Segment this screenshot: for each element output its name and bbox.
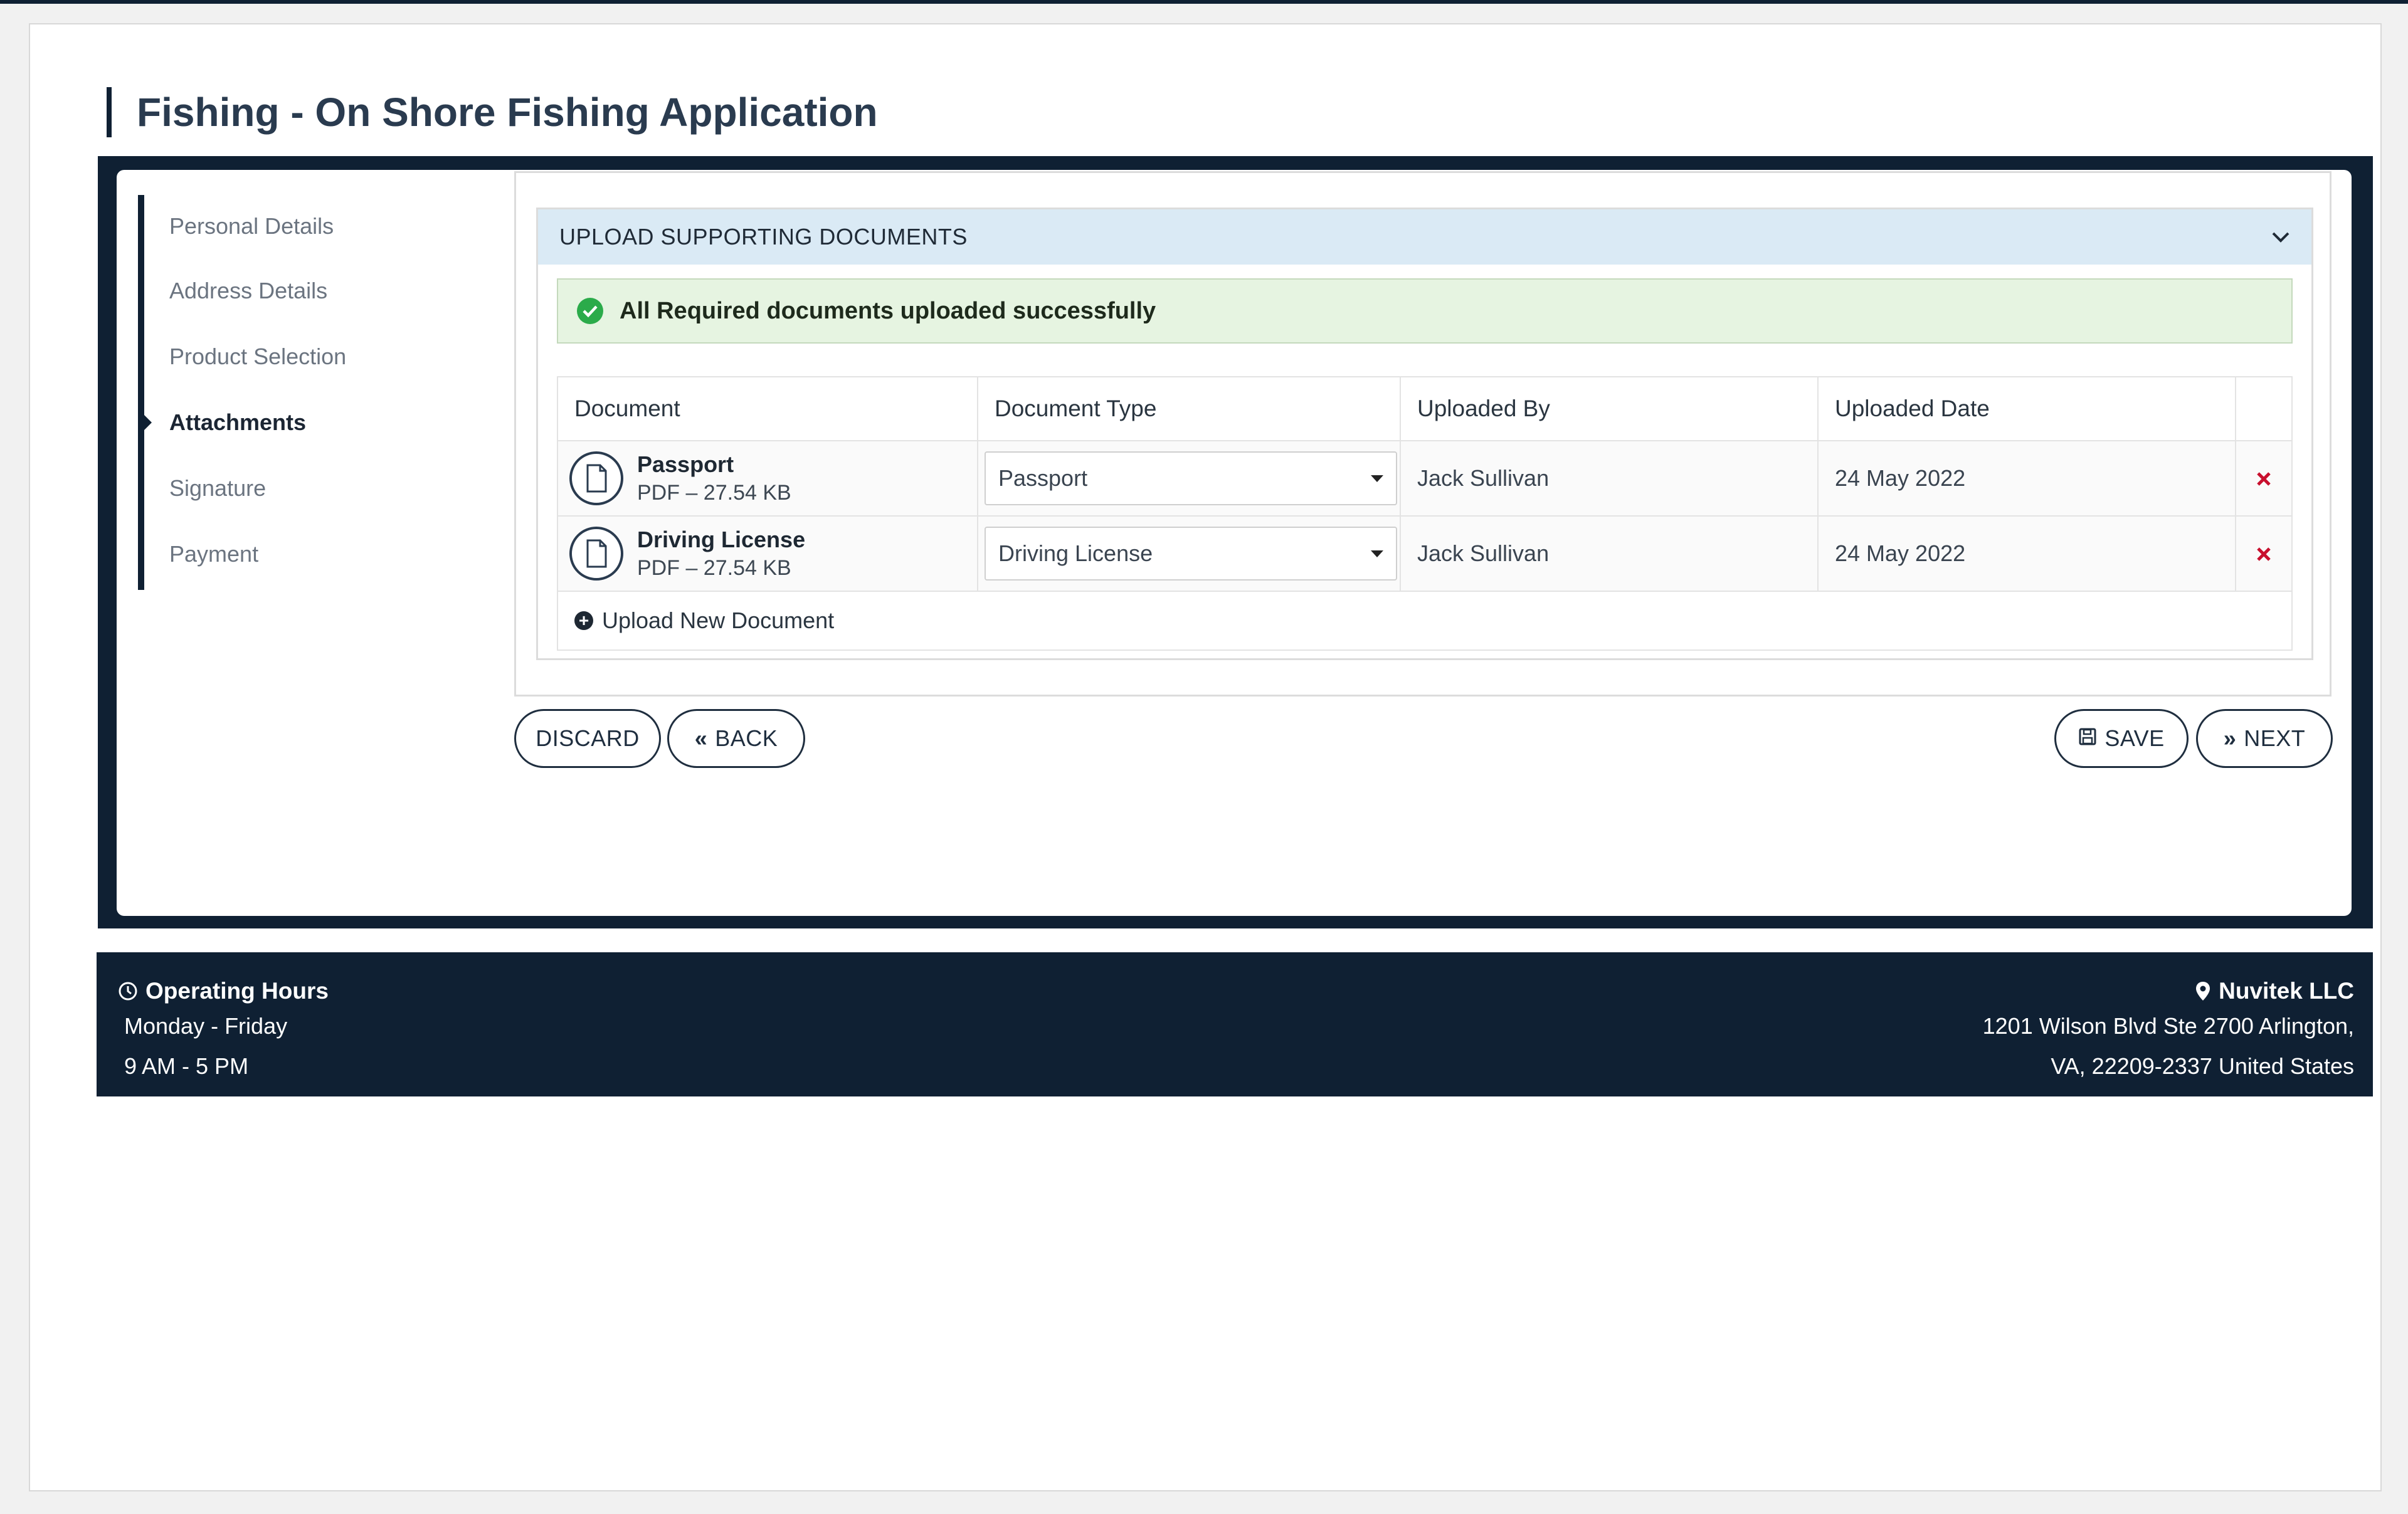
close-icon[interactable] [2256,538,2272,569]
page-title-wrap: Fishing - On Shore Fishing Application [107,87,878,137]
document-name: Passport [637,451,734,477]
save-button[interactable]: SAVE [2054,709,2189,768]
column-header-document-type: Document Type [978,377,1401,440]
floppy-disk-icon [2078,725,2097,752]
uploaded-date-cell: 24 May 2022 [1819,441,2236,515]
title-accent-bar [107,87,112,137]
step-attachments[interactable]: Attachments [138,389,495,455]
step-label: Personal Details [169,213,334,239]
table-row: Passport PDF – 27.54 KB Passport Jack Su… [558,441,2291,517]
caret-down-icon [1371,475,1383,482]
upload-new-document-link[interactable]: + Upload New Document [558,592,2291,649]
close-icon[interactable] [2256,463,2272,494]
plus-circle-icon: + [574,611,593,630]
success-alert-text: All Required documents uploaded successf… [620,297,1156,324]
step-payment[interactable]: Payment [144,521,495,587]
address-line-1: 1201 Wilson Blvd Ste 2700 Arlington, [1982,1013,2354,1039]
next-label: NEXT [2244,725,2306,751]
uploaded-by-cell: Jack Sullivan [1401,441,1819,515]
main-panel: UPLOAD SUPPORTING DOCUMENTS All Required… [514,171,2331,697]
step-label: Product Selection [169,343,347,369]
caret-right-icon [138,408,152,436]
page-frame: Fishing - On Shore Fishing Application P… [29,23,2382,1491]
document-type-select[interactable]: Passport [985,451,1397,505]
file-icon[interactable] [569,451,623,505]
upload-new-document-label: Upload New Document [602,607,835,633]
document-type-select[interactable]: Driving License [985,527,1397,581]
operating-time: 9 AM - 5 PM [124,1053,249,1079]
uploaded-by-cell: Jack Sullivan [1401,517,1819,591]
document-type-value: Driving License [998,540,1153,566]
operating-days: Monday - Friday [124,1013,288,1039]
map-marker-icon [2195,980,2211,1002]
step-label: Signature [169,475,267,501]
step-product-selection[interactable]: Product Selection [144,323,495,389]
document-meta: PDF – 27.54 KB [637,556,791,580]
double-chevron-right-icon: » [2223,725,2237,751]
step-address-details[interactable]: Address Details [144,258,495,323]
delete-cell [2236,517,2291,591]
document-type-cell: Passport [978,441,1401,515]
table-header: Document Document Type Uploaded By Uploa… [558,377,2291,441]
caret-down-icon [1371,550,1383,557]
chevron-down-icon[interactable] [2271,228,2290,246]
document-name: Driving License [637,527,806,552]
document-type-cell: Driving License [978,517,1401,591]
column-header-uploaded-date: Uploaded Date [1819,377,2236,440]
step-label: Payment [169,540,259,567]
document-cell: Driving License PDF – 27.54 KB [558,517,978,591]
next-button[interactable]: » NEXT [2196,709,2333,768]
footer-hours: Operating Hours Monday - Friday 9 AM - 5… [118,976,329,1086]
step-signature[interactable]: Signature [144,455,495,521]
document-cell: Passport PDF – 27.54 KB [558,441,978,515]
form-inner: Personal Details Address Details Product… [117,170,2352,916]
address-line-2: VA, 22209-2337 United States [2051,1053,2354,1079]
document-type-value: Passport [998,465,1088,491]
back-label: BACK [715,725,778,751]
upload-card: UPLOAD SUPPORTING DOCUMENTS All Required… [536,208,2313,660]
file-icon[interactable] [569,527,623,581]
footer: Operating Hours Monday - Friday 9 AM - 5… [97,952,2373,1096]
footer-address: Nuvitek LLC 1201 Wilson Blvd Ste 2700 Ar… [1983,976,2354,1086]
company-heading: Nuvitek LLC [1983,976,2354,1006]
document-meta: PDF – 27.54 KB [637,481,791,505]
operating-hours-title: Operating Hours [145,978,329,1004]
clock-icon [118,981,138,1001]
top-bar [0,0,2408,4]
page-title: Fishing - On Shore Fishing Application [137,90,878,135]
step-label: Address Details [169,277,328,303]
save-label: SAVE [2104,725,2165,751]
upload-card-title: UPLOAD SUPPORTING DOCUMENTS [559,224,968,250]
steps-sidebar: Personal Details Address Details Product… [138,195,495,590]
discard-button[interactable]: DISCARD [514,709,661,768]
double-chevron-left-icon: « [694,725,708,751]
discard-label: DISCARD [536,725,640,751]
form-container: Personal Details Address Details Product… [98,156,2373,928]
upload-card-header[interactable]: UPLOAD SUPPORTING DOCUMENTS [538,209,2311,265]
uploaded-date-cell: 24 May 2022 [1819,517,2236,591]
check-circle-icon [577,298,603,324]
step-label: Attachments [169,409,307,435]
company-name: Nuvitek LLC [2219,978,2354,1004]
documents-table: Document Document Type Uploaded By Uploa… [557,376,2293,651]
column-header-uploaded-by: Uploaded By [1401,377,1819,440]
column-header-actions [2236,377,2291,440]
success-alert: All Required documents uploaded successf… [557,278,2293,344]
delete-cell [2236,441,2291,515]
step-personal-details[interactable]: Personal Details [144,195,495,258]
operating-hours-heading: Operating Hours [118,976,329,1006]
back-button[interactable]: « BACK [667,709,805,768]
table-row: Driving License PDF – 27.54 KB Driving L… [558,517,2291,592]
column-header-document: Document [558,377,978,440]
